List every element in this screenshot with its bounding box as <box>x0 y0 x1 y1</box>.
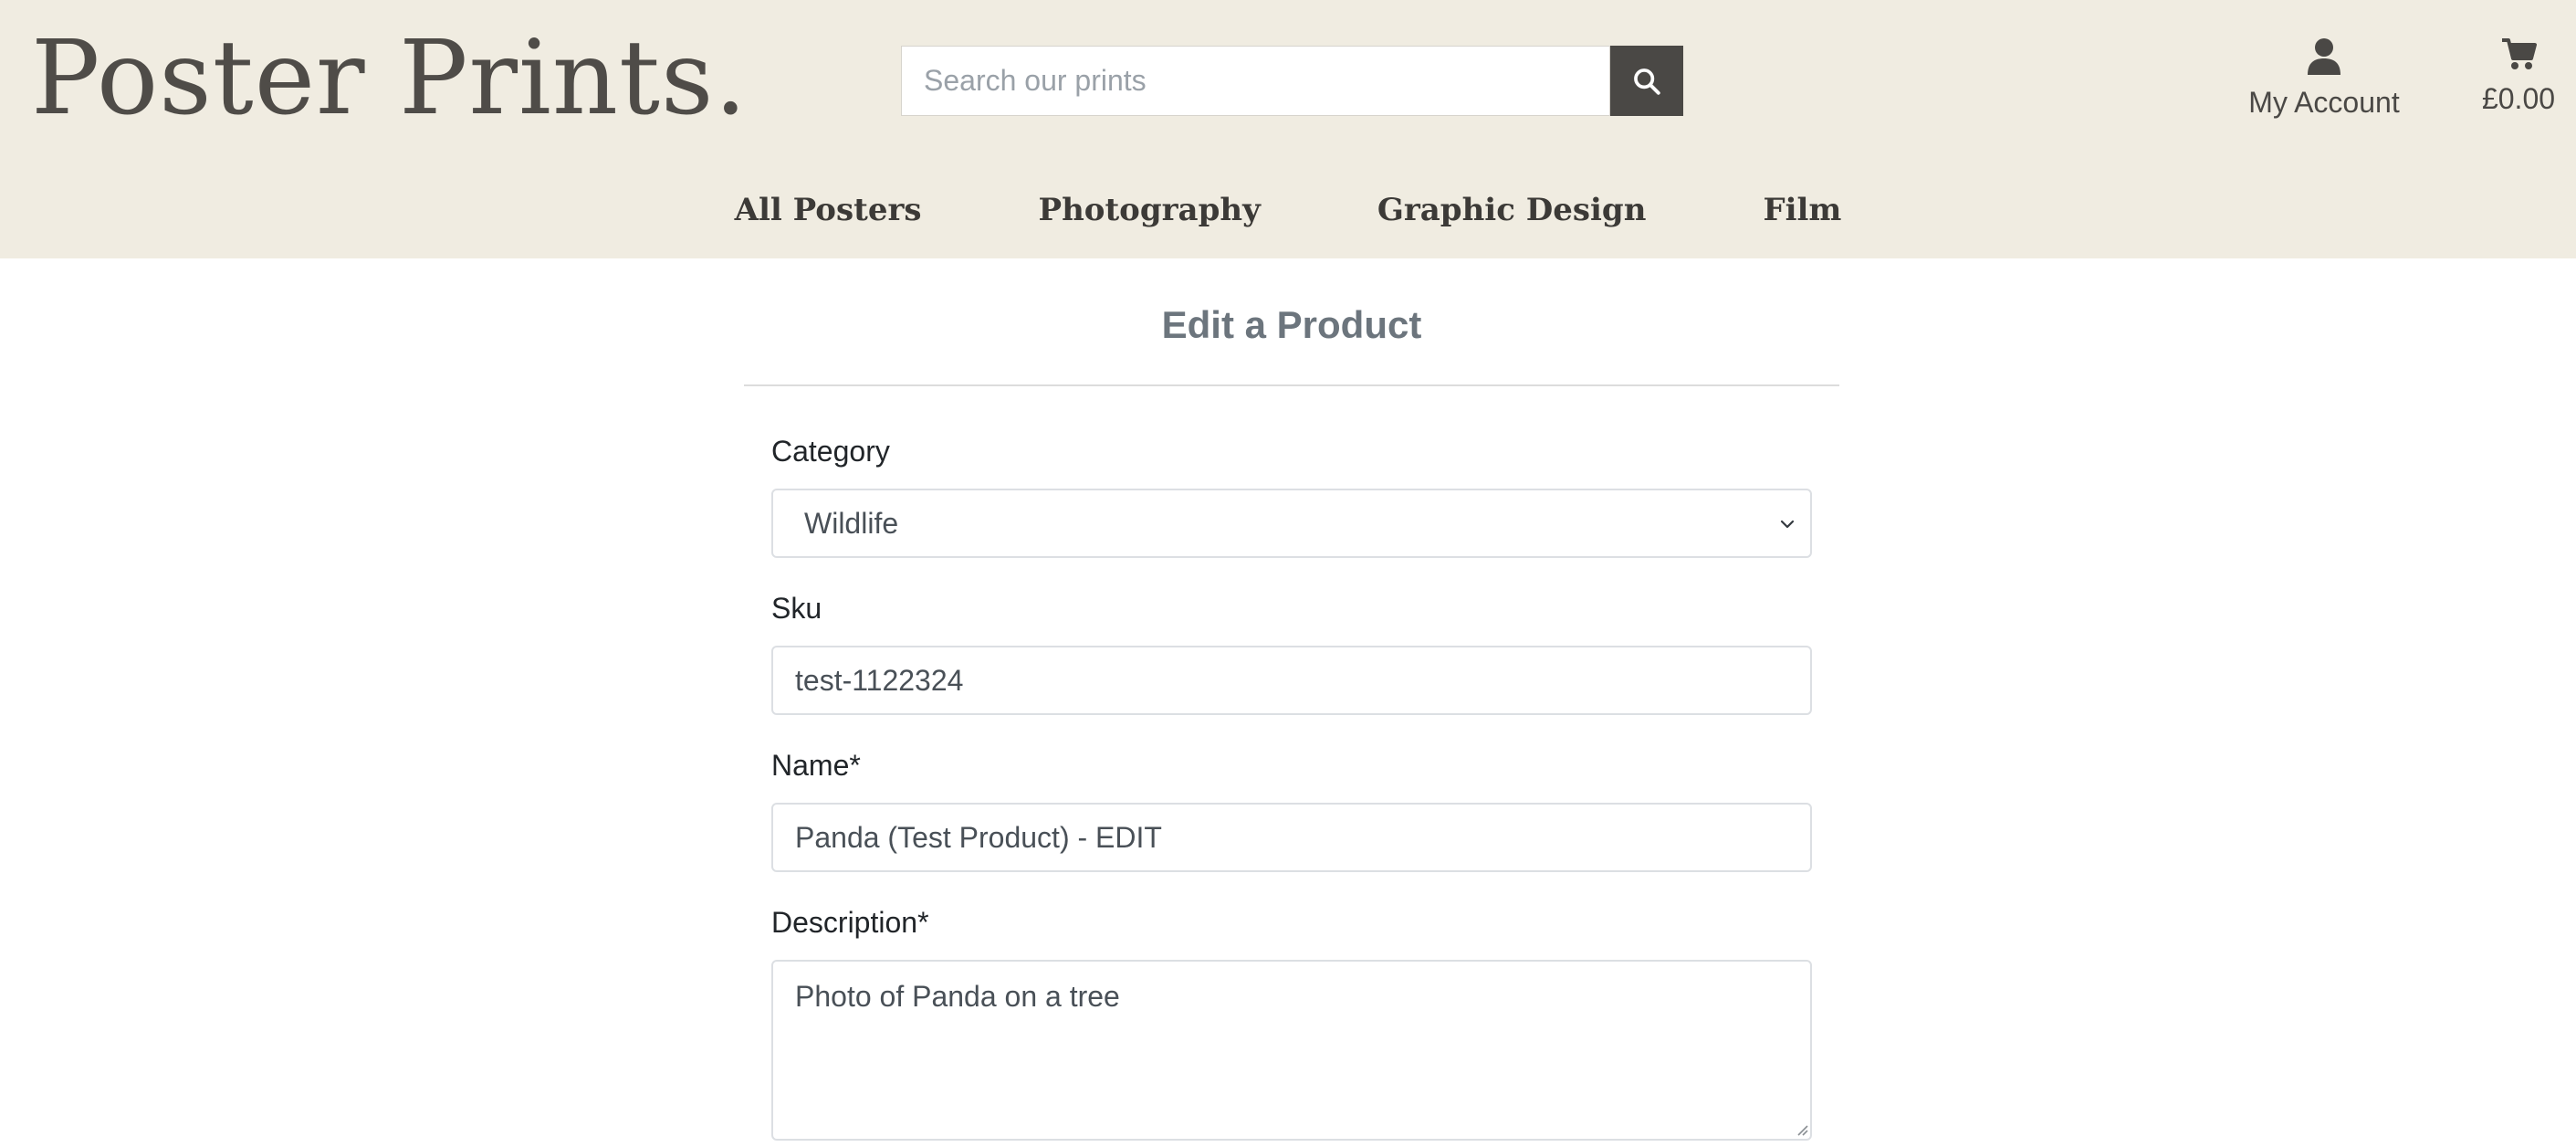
user-icon <box>2308 38 2340 75</box>
cart-link[interactable]: £0.00 <box>2465 37 2572 116</box>
title-divider <box>744 384 1839 386</box>
nav-item-film[interactable]: Film <box>1763 192 1841 228</box>
page-title: Edit a Product <box>1161 303 1422 346</box>
category-selected-value: Wildlife <box>804 506 899 540</box>
nav-item-graphic-design[interactable]: Graphic Design <box>1377 192 1647 228</box>
main-nav: All Posters Photography Graphic Design F… <box>0 181 2576 239</box>
cart-total: £0.00 <box>2481 82 2556 115</box>
search-input[interactable] <box>901 46 1610 116</box>
resize-grip-icon[interactable] <box>1795 1122 1809 1137</box>
my-account-label: My Account <box>2248 86 2400 119</box>
my-account-link[interactable]: My Account <box>2227 37 2421 120</box>
cart-icon <box>2502 38 2537 69</box>
nav-item-photography[interactable]: Photography <box>1039 192 1261 228</box>
category-label: Category <box>771 435 890 468</box>
site-header: Poster Prints. My Account £0.00 All Post… <box>0 0 2576 258</box>
sku-label: Sku <box>771 592 822 625</box>
name-input[interactable] <box>771 803 1812 872</box>
sku-input[interactable] <box>771 646 1812 715</box>
description-textarea[interactable]: Photo of Panda on a tree <box>771 960 1812 1141</box>
description-label: Description* <box>771 906 929 939</box>
name-label: Name* <box>771 749 861 782</box>
search-button[interactable] <box>1610 46 1683 116</box>
search-icon <box>1634 68 1660 95</box>
nav-item-all-posters[interactable]: All Posters <box>735 192 922 228</box>
category-select[interactable]: Wildlife <box>771 489 1812 558</box>
search-bar <box>901 46 1683 116</box>
site-logo[interactable]: Poster Prints. <box>31 15 748 142</box>
chevron-down-icon <box>1780 520 1795 529</box>
